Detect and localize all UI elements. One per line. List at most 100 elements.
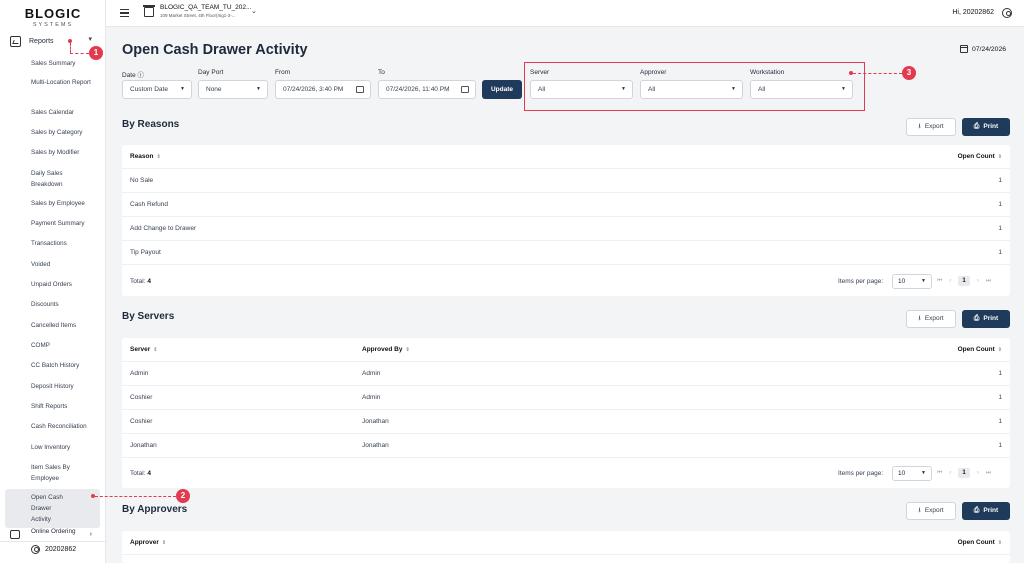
items-per-page-label: Items per page:: [838, 470, 884, 477]
from-label: From: [275, 69, 291, 76]
sidebar-item-sales-by-category[interactable]: Sales by Category: [31, 127, 101, 138]
print-button[interactable]: ⎙ Print: [962, 310, 1010, 328]
download-icon: ⭳: [918, 507, 921, 514]
sidebar-item-sales-by-modifier[interactable]: Sales by Modifier: [31, 147, 101, 158]
day-port-label: Day Port: [198, 69, 224, 76]
printer-icon: ⎙: [973, 123, 980, 130]
sidebar-item-deposit-history[interactable]: Deposit History: [31, 381, 101, 392]
export-button[interactable]: ⭳ Export: [906, 310, 956, 328]
table-row: Admin Admin 1: [122, 362, 1010, 386]
printer-icon: ⎙: [973, 315, 980, 322]
highlight-box: [524, 62, 865, 111]
table-header: Server ⇕ Approved By ⇕ Open Count ⇕: [122, 338, 1010, 362]
sidebar-item-cash-reconciliation[interactable]: Cash Reconciliation: [31, 421, 101, 432]
page-number[interactable]: 1: [958, 276, 970, 286]
user-avatar-icon[interactable]: [1002, 8, 1012, 18]
update-button[interactable]: Update: [482, 80, 522, 99]
items-per-page-select[interactable]: 10 ▼: [892, 274, 932, 289]
page-number[interactable]: 1: [958, 468, 970, 478]
sidebar-item-discounts[interactable]: Discounts: [31, 299, 101, 310]
column-header-server[interactable]: Server ⇕: [130, 346, 157, 353]
items-per-page-select[interactable]: 10 ▼: [892, 466, 932, 481]
date-label: Date ⓘ: [122, 72, 145, 79]
date-select[interactable]: Custom Date ▼: [122, 80, 192, 99]
chevron-right-icon: ›: [89, 531, 92, 538]
sidebar-item-voided[interactable]: Voided: [31, 259, 101, 270]
first-page-icon[interactable]: ⏮: [937, 278, 942, 285]
chevron-down-icon: ▾: [88, 36, 92, 43]
print-label: Print: [983, 507, 999, 514]
header-label: Open Count: [957, 539, 995, 546]
server-cell: Coshier: [130, 418, 153, 425]
column-header-open-count[interactable]: Open Count ⇕: [958, 153, 1002, 160]
sidebar-item-sales-by-employee[interactable]: Sales by Employee: [31, 198, 101, 209]
pagination: ⏮ ‹ 1 › ⏭: [937, 276, 998, 286]
top-bar: BLOGIC_QA_TEAM_TU_202... 109 Market Stre…: [106, 0, 1024, 27]
sidebar-item-unpaid-orders[interactable]: Unpaid Orders: [31, 279, 101, 290]
count-cell: 1: [998, 370, 1002, 377]
day-port-select[interactable]: None ▼: [198, 80, 268, 99]
column-header-open-count[interactable]: Open Count ⇕: [958, 346, 1002, 353]
download-icon: ⭳: [918, 315, 921, 322]
server-cell: Jonathan: [130, 442, 157, 449]
sidebar-item-cc-batch-history[interactable]: CC Batch History: [31, 360, 101, 371]
table-header: Reason ⇕ Open Count ⇕: [122, 145, 1010, 169]
column-header-open-count[interactable]: Open Count ⇕: [958, 539, 1002, 546]
logo[interactable]: BLOGIC SYSTEMS: [0, 6, 106, 28]
sidebar-item-sales-summary[interactable]: Sales Summary: [31, 58, 101, 69]
next-page-icon[interactable]: ›: [977, 278, 979, 284]
sidebar-item-comp[interactable]: COMP: [31, 340, 101, 351]
from-datetime-input[interactable]: 07/24/2026, 3:40 PM: [275, 80, 371, 99]
to-datetime-input[interactable]: 07/24/2026, 11:40 PM: [378, 80, 476, 99]
sidebar-item-open-cash-drawer-activity[interactable]: Open Cash Drawer Activity: [5, 489, 100, 528]
sidebar-item-daily-sales-breakdown[interactable]: Daily Sales Breakdown: [31, 168, 71, 190]
next-page-icon[interactable]: ›: [977, 470, 979, 476]
sidebar-item-multi-location-report[interactable]: Multi-Location Report: [31, 77, 101, 88]
sidebar-item-reports[interactable]: Reports ▾: [10, 34, 100, 48]
callout-badge-2: 2: [176, 489, 190, 503]
sidebar-item-payment-summary[interactable]: Payment Summary: [31, 218, 101, 229]
prev-page-icon[interactable]: ‹: [949, 470, 951, 476]
store-name[interactable]: BLOGIC_QA_TEAM_TU_202...: [160, 4, 251, 11]
total-label: Total:: [130, 470, 146, 477]
approvers-table: Approver ⇕ Open Count ⇕: [122, 531, 1010, 563]
prev-page-icon[interactable]: ‹: [949, 278, 951, 284]
sidebar-user[interactable]: 20202862: [31, 545, 76, 554]
items-per-page-value: 10: [898, 470, 906, 477]
count-cell: 1: [998, 201, 1002, 208]
sidebar-item-shift-reports[interactable]: Shift Reports: [31, 401, 101, 412]
column-header-approver[interactable]: Approver ⇕: [130, 539, 166, 546]
section-title-reasons: By Reasons: [122, 119, 180, 130]
table-row: Coshier Admin 1: [122, 386, 1010, 410]
print-button[interactable]: ⎙ Print: [962, 118, 1010, 136]
callout-line: [70, 53, 89, 54]
chevron-down-icon[interactable]: ⌄: [251, 7, 257, 15]
last-page-icon[interactable]: ⏭: [986, 278, 991, 285]
sidebar-item-cancelled-items[interactable]: Cancelled Items: [31, 320, 101, 331]
count-cell: 1: [998, 177, 1002, 184]
column-header-approved-by[interactable]: Approved By ⇕: [362, 346, 410, 353]
sidebar-item-item-sales-by-employee[interactable]: Item Sales By Employee: [31, 462, 76, 484]
table-total: Total: 4: [130, 278, 151, 285]
divider: [0, 541, 106, 542]
total-value: 4: [147, 278, 151, 285]
export-button[interactable]: ⭳ Export: [906, 118, 956, 136]
calendar-icon: [461, 86, 469, 93]
first-page-icon[interactable]: ⏮: [937, 470, 942, 477]
sidebar-item-transactions[interactable]: Transactions: [31, 238, 101, 249]
print-label: Print: [983, 123, 999, 130]
header-label: Approved By: [362, 346, 403, 353]
day-port-select-value: None: [206, 86, 222, 93]
servers-table: Server ⇕ Approved By ⇕ Open Count ⇕ Admin A…: [122, 338, 1010, 488]
server-cell: Admin: [130, 370, 149, 377]
export-button[interactable]: ⭳ Export: [906, 502, 956, 520]
print-button[interactable]: ⎙ Print: [962, 502, 1010, 520]
callout-line: [95, 496, 176, 497]
sidebar-item-online-ordering[interactable]: Online Ordering ›: [10, 528, 100, 539]
calendar-icon: [356, 86, 364, 93]
menu-icon[interactable]: [120, 9, 129, 17]
column-header-reason[interactable]: Reason ⇕: [130, 153, 161, 160]
last-page-icon[interactable]: ⏭: [986, 470, 991, 477]
sidebar-item-low-inventory[interactable]: Low Inventory: [31, 442, 101, 453]
sidebar-item-sales-calendar[interactable]: Sales Calendar: [31, 107, 101, 118]
